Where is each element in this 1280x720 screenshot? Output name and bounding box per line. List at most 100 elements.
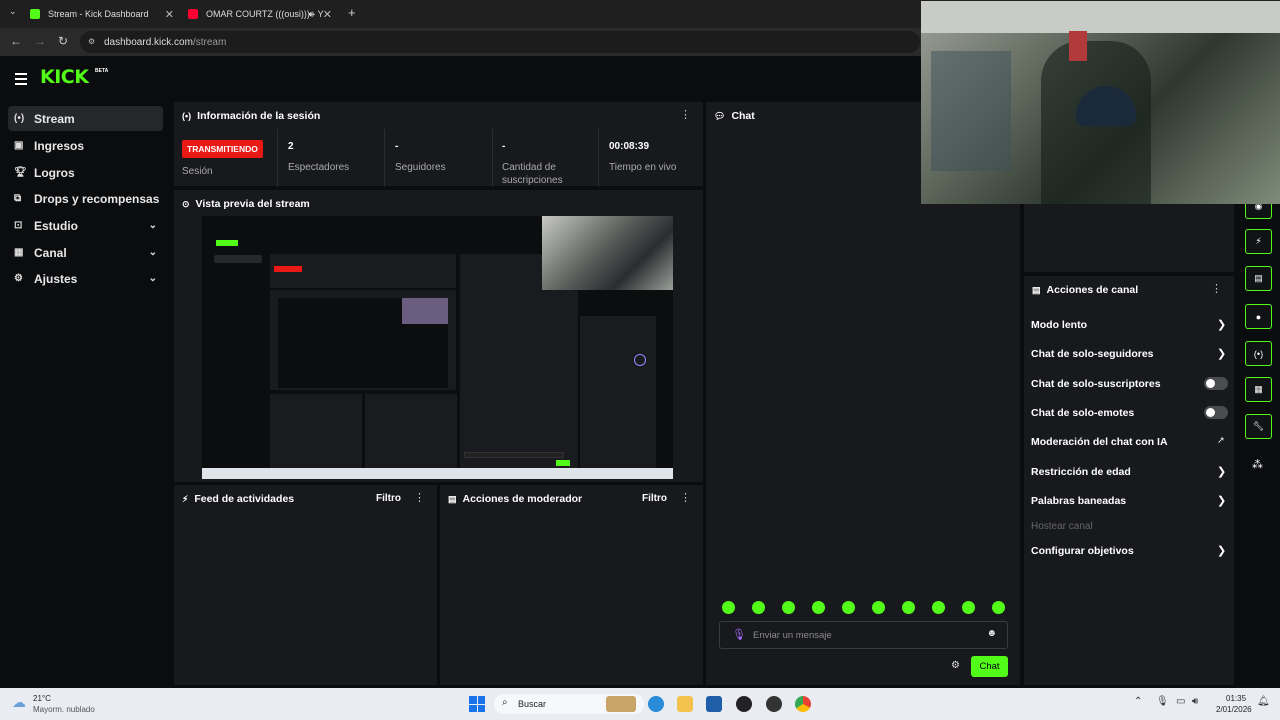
stat-label: Cantidad de suscripciones	[502, 162, 563, 186]
clipboard-icon: ▤	[448, 493, 457, 504]
action-ai-moderation[interactable]: Moderación del chat con IA	[1031, 436, 1168, 448]
chevron-right-icon[interactable]: ❯	[1217, 494, 1226, 507]
notifications-icon[interactable]: 🔔︎	[1257, 696, 1270, 707]
microphone-icon[interactable]: 🎙︎	[732, 628, 746, 641]
sidebar-item-canal[interactable]: ▦ Canal ⌄	[8, 240, 163, 265]
stat-value: 2	[288, 141, 294, 152]
hamburger-icon[interactable]	[15, 73, 27, 85]
rail-button-tools[interactable]: 🔧︎	[1245, 414, 1272, 439]
chrome-icon[interactable]	[795, 696, 811, 712]
action-banned-words[interactable]: Palabras baneadas	[1031, 495, 1126, 507]
stat-label: Sesión	[182, 166, 213, 177]
clipboard-icon: ▤	[1254, 273, 1263, 283]
external-link-icon[interactable]: ↗	[1217, 435, 1225, 446]
forward-icon[interactable]: →	[34, 34, 46, 48]
chevron-right-icon[interactable]: ❯	[1217, 347, 1226, 360]
preview-taskbar	[202, 468, 673, 479]
broadcast-icon: (•)	[182, 111, 192, 121]
site-info-icon[interactable]: ⚙	[88, 37, 95, 46]
reload-icon[interactable]: ↻	[58, 34, 68, 48]
rail-button-activity[interactable]: ⚡︎	[1245, 229, 1272, 254]
send-chat-button[interactable]: Chat	[971, 656, 1008, 677]
chevron-right-icon[interactable]: ❯	[1217, 318, 1226, 331]
emote-icon[interactable]	[992, 601, 1005, 614]
panel-title: ▤ Acciones de canal	[1032, 284, 1138, 296]
chat-bubble-icon: 💬︎	[714, 110, 726, 121]
action-slow-mode[interactable]: Modo lento	[1031, 319, 1087, 331]
chevron-right-icon[interactable]: ❯	[1217, 544, 1226, 557]
emote-icon[interactable]	[782, 601, 795, 614]
emote-icon[interactable]	[812, 601, 825, 614]
chat-message-input[interactable]: 🎙︎ Enviar un mensaje ☻	[719, 621, 1008, 649]
tab-title: Stream - Kick Dashboard	[48, 9, 149, 19]
more-options-icon[interactable]: ⋮	[1211, 282, 1222, 295]
kick-logo[interactable]: KICK	[40, 66, 89, 88]
action-age-restriction[interactable]: Restricción de edad	[1031, 466, 1131, 478]
close-tab-icon[interactable]: ✕	[323, 8, 332, 21]
more-options-icon[interactable]: ⋮	[680, 108, 691, 121]
chat-bubble-icon: ●	[1255, 311, 1262, 322]
sidebar-item-estudio[interactable]: ⊡ Estudio ⌄	[8, 213, 163, 238]
sidebar-item-ajustes[interactable]: ⚙ Ajustes ⌄	[8, 266, 163, 291]
action-followers-only[interactable]: Chat de solo-seguidores	[1031, 348, 1154, 360]
sidebar-item-stream[interactable]: (•) Stream	[8, 106, 163, 131]
layout-icon[interactable]: ⁂	[1252, 458, 1263, 471]
rail-button-channel-actions[interactable]: ▦	[1245, 377, 1272, 402]
sidebar-item-ingresos[interactable]: ▣ Ingresos	[8, 133, 163, 158]
edge-browser-icon[interactable]	[648, 696, 664, 712]
emote-icon[interactable]	[962, 601, 975, 614]
sidebar-item-logros[interactable]: 🏆︎ Logros	[8, 160, 163, 185]
modactions-filter-button[interactable]: Filtro	[642, 493, 667, 504]
sidebar-item-drops[interactable]: ⧉ Drops y recompensas	[8, 186, 163, 211]
emote-icon[interactable]	[722, 601, 735, 614]
channel-actions-icon: ▦	[1254, 384, 1263, 394]
emote-icon[interactable]	[872, 601, 885, 614]
gift-icon: ⧉	[14, 193, 22, 204]
rail-button-session[interactable]: (•)	[1245, 341, 1272, 366]
action-configure-goals[interactable]: Configurar objetivos	[1031, 545, 1134, 557]
sidebar-item-label: Estudio	[34, 218, 78, 233]
chevron-up-icon[interactable]: ⌃	[1134, 696, 1142, 707]
preview-rail	[658, 296, 670, 470]
emote-icon[interactable]	[842, 601, 855, 614]
chat-placeholder: Enviar un mensaje	[753, 630, 832, 641]
microphone-icon[interactable]: 🎙︎	[1156, 696, 1169, 707]
sidebar-item-label: Ajustes	[34, 271, 78, 286]
chat-settings-icon[interactable]: ⚙	[951, 660, 960, 671]
emote-icon[interactable]	[752, 601, 765, 614]
action-host-channel: Hostear canal	[1031, 521, 1093, 532]
more-options-icon[interactable]: ⋮	[680, 491, 691, 504]
widgets-icon[interactable]	[606, 696, 636, 712]
more-options-icon[interactable]: ⋮	[414, 491, 425, 504]
store-icon[interactable]	[706, 696, 722, 712]
emoji-picker-icon[interactable]: ☻	[986, 628, 997, 639]
volume-icon[interactable]: 🔊︎	[1192, 696, 1198, 707]
stat-value: 00:08:39	[609, 141, 650, 152]
new-tab-button[interactable]: +	[348, 5, 356, 20]
subscribers-only-toggle[interactable]	[1204, 377, 1228, 390]
address-bar[interactable]: dashboard.kick.com/stream	[80, 31, 920, 53]
tab-list-chevron-icon[interactable]: ⌄	[9, 6, 17, 17]
file-explorer-icon[interactable]	[677, 696, 693, 712]
search-label: Buscar	[518, 699, 547, 709]
emote-icon[interactable]	[902, 601, 915, 614]
rail-button-chat[interactable]: ●	[1245, 304, 1272, 329]
obs-icon[interactable]	[736, 696, 752, 712]
stream-preview-video[interactable]	[202, 216, 673, 479]
app-icon[interactable]	[766, 696, 782, 712]
rail-button-modactions[interactable]: ▤	[1245, 266, 1272, 291]
emotes-only-toggle[interactable]	[1204, 406, 1228, 419]
windows-start-icon[interactable]	[469, 696, 485, 712]
youtube-favicon-icon	[188, 9, 198, 19]
emote-icon[interactable]	[932, 601, 945, 614]
tab-kick-dashboard[interactable]: Stream - Kick Dashboard ✕	[30, 2, 180, 26]
network-icon[interactable]: ▭	[1176, 696, 1185, 707]
panel-title: ⚡︎ Feed de actividades	[182, 493, 294, 505]
close-tab-icon[interactable]: ✕	[165, 8, 174, 21]
chevron-right-icon[interactable]: ❯	[1217, 465, 1226, 478]
webcam-overlay[interactable]	[921, 1, 1280, 204]
back-icon[interactable]: ←	[10, 34, 22, 48]
feed-filter-button[interactable]: Filtro	[376, 493, 401, 504]
session-title: Información de la sesión	[197, 110, 321, 122]
tab-youtube[interactable]: OMAR COURTZ (((ousi))) - Y 🔊︎ ✕	[188, 2, 338, 26]
